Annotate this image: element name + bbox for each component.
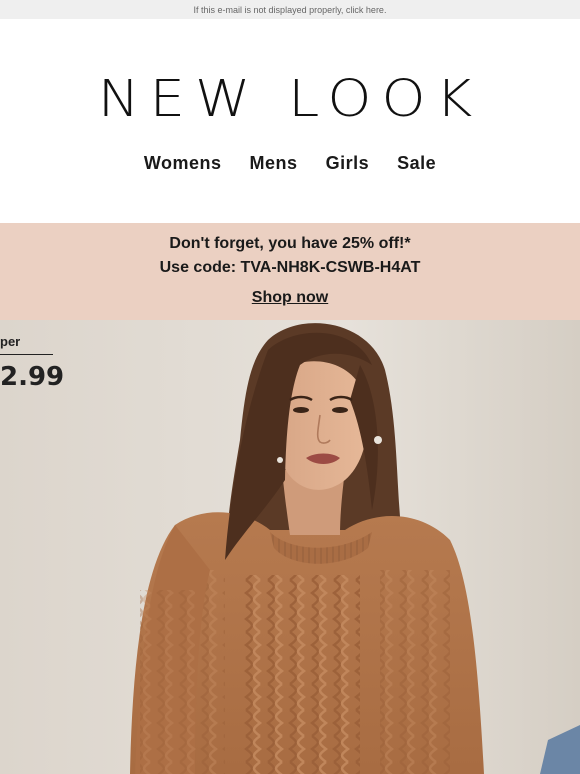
price-divider [0,354,53,355]
nav-item-mens[interactable]: Mens [250,153,298,174]
nav-item-girls[interactable]: Girls [326,153,370,174]
view-online-link[interactable]: If this e-mail is not displayed properly… [194,5,387,15]
nav-item-sale[interactable]: Sale [397,153,436,174]
new-look-logo[interactable]: NEW LOOK [0,73,580,127]
hero-image[interactable]: per 2.99 [0,320,580,774]
promo-banner: Don't forget, you have 25% off!* Use cod… [0,223,580,320]
promo-code: Use code: TVA-NH8K-CSWB-H4AT [159,259,421,276]
main-nav: Womens Mens Girls Sale [0,153,580,174]
price-value: 2.99 [0,362,65,392]
price-label: per [0,334,21,349]
shop-now-link[interactable]: Shop now [252,289,328,306]
model-illustration [0,320,580,774]
nav-item-womens[interactable]: Womens [144,153,222,174]
promo-headline: Don't forget, you have 25% off!* [169,235,411,252]
preheader-bar: If this e-mail is not displayed properly… [0,0,580,19]
